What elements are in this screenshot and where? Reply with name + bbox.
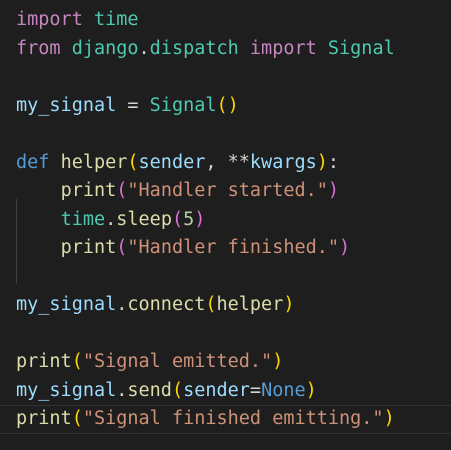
token-paren1: () bbox=[216, 94, 239, 116]
token-paren1: ) bbox=[383, 408, 395, 429]
token-number: 5 bbox=[183, 208, 195, 230]
code-line[interactable]: def helper(sender, **kwargs): bbox=[16, 149, 451, 178]
token-func: helper bbox=[216, 294, 284, 315]
code-line-current[interactable]: print("Signal finished emitting.") bbox=[0, 405, 451, 434]
token-const: None bbox=[261, 379, 306, 401]
token-param: sender bbox=[138, 151, 206, 173]
token-func: print bbox=[16, 408, 72, 429]
token-func: send bbox=[127, 379, 172, 401]
token-plain: . bbox=[105, 208, 117, 230]
token-paren1: ( bbox=[171, 379, 184, 401]
token-plain: , ** bbox=[205, 151, 250, 173]
token-string: "Signal emitted." bbox=[82, 351, 273, 372]
code-line[interactable] bbox=[16, 263, 451, 292]
code-line[interactable]: my_signal = Signal() bbox=[16, 92, 451, 121]
code-line[interactable]: from django.dispatch import Signal bbox=[16, 35, 451, 64]
token-paren2: ) bbox=[327, 180, 340, 201]
token-plain: : bbox=[327, 151, 340, 173]
token-paren2: ) bbox=[194, 208, 206, 230]
token-func: print bbox=[60, 180, 117, 201]
token-func: helper bbox=[60, 151, 128, 173]
code-line[interactable]: my_signal.send(sender=None) bbox=[16, 377, 451, 406]
token-class: time bbox=[60, 208, 106, 230]
token-var: my_signal bbox=[16, 294, 117, 315]
code-line[interactable]: print("Signal emitted.") bbox=[16, 348, 451, 377]
code-editor[interactable]: import time from django.dispatch import S… bbox=[0, 0, 451, 450]
token-paren1: ( bbox=[71, 408, 83, 429]
token-paren2: ( bbox=[116, 180, 128, 201]
code-line[interactable]: import time bbox=[16, 6, 451, 35]
code-line[interactable] bbox=[16, 120, 451, 149]
token-plain: = bbox=[116, 94, 150, 116]
token-paren1: ) bbox=[316, 151, 328, 173]
token-paren1: ( bbox=[205, 294, 217, 315]
token-class: dispatch bbox=[149, 37, 239, 59]
code-line[interactable]: my_signal.connect(helper) bbox=[16, 291, 451, 320]
token-keyword: from bbox=[16, 37, 61, 59]
token-func: connect bbox=[127, 294, 206, 315]
token-param: sender bbox=[183, 379, 250, 401]
token-param: kwargs bbox=[249, 151, 317, 173]
token-def: def bbox=[16, 151, 50, 173]
code-line[interactable]: print("Handler finished.") bbox=[16, 234, 451, 263]
token-class: time bbox=[93, 9, 139, 30]
token-func: sleep bbox=[116, 208, 172, 230]
token-var: my_signal bbox=[16, 379, 117, 401]
code-line[interactable]: time.sleep(5) bbox=[16, 206, 451, 235]
token-func: print bbox=[60, 237, 117, 258]
token-plain: = bbox=[249, 379, 262, 401]
token-paren2: ( bbox=[171, 208, 184, 230]
token-string: "Handler finished." bbox=[127, 237, 340, 258]
token-class: Signal bbox=[327, 37, 395, 59]
token-paren2: ) bbox=[339, 237, 351, 258]
token-string: "Handler started." bbox=[127, 180, 328, 201]
token-paren1: ) bbox=[305, 379, 317, 401]
code-line[interactable] bbox=[16, 63, 451, 92]
token-string: "Signal finished emitting." bbox=[82, 408, 384, 429]
token-paren2: ( bbox=[116, 237, 128, 258]
token-paren1: ) bbox=[272, 351, 284, 372]
token-plain: . bbox=[116, 379, 128, 401]
code-line[interactable] bbox=[16, 320, 451, 349]
token-keyword: import bbox=[249, 37, 317, 59]
token-plain: . bbox=[138, 37, 150, 59]
token-keyword: import bbox=[16, 9, 83, 30]
token-var: my_signal bbox=[16, 94, 117, 116]
token-paren1: ) bbox=[283, 294, 295, 315]
token-class: Signal bbox=[149, 94, 217, 116]
code-area[interactable]: import time from django.dispatch import S… bbox=[16, 6, 451, 434]
token-func: print bbox=[16, 351, 72, 372]
token-paren1: ( bbox=[71, 351, 83, 372]
token-class: django bbox=[71, 37, 139, 59]
token-paren1: ( bbox=[127, 151, 139, 173]
token-plain: . bbox=[116, 294, 128, 315]
code-line[interactable]: print("Handler started.") bbox=[16, 177, 451, 206]
